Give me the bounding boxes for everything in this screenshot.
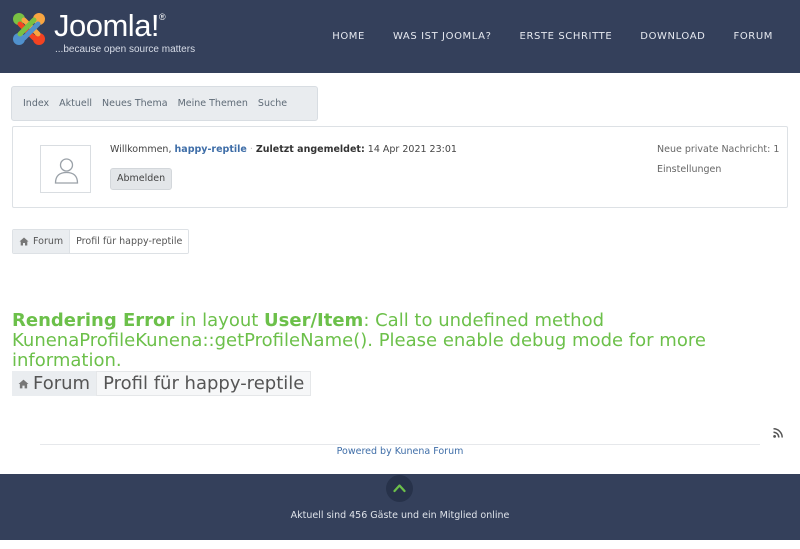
rss-icon <box>773 428 783 438</box>
breadcrumb-home-label: Forum <box>33 236 64 247</box>
nav-forum[interactable]: FORUM <box>733 31 773 42</box>
user-avatar-icon <box>54 158 79 184</box>
logout-button[interactable]: Abmelden <box>110 168 173 190</box>
nav-was-ist-joomla[interactable]: WAS IST JOOMLA? <box>393 31 492 42</box>
breadcrumb: Forum Profil für happy-reptile <box>12 229 190 254</box>
user-profile-box: Willkommen, happy-reptile · Zuletzt angeme… <box>12 126 788 208</box>
error-title: Rendering Error <box>12 310 175 331</box>
home-icon <box>19 237 29 246</box>
rendering-error-message: Rendering Error in layout User/Item: Cal… <box>12 311 792 371</box>
last-login-value: 14 Apr 2021 23:01 <box>367 144 457 155</box>
welcome-prefix: Willkommen, <box>110 144 172 155</box>
kunena-menu-aktuell[interactable]: Aktuell <box>59 98 92 109</box>
nav-erste-schritte[interactable]: ERSTE SCHRITTE <box>520 31 613 42</box>
separator: · <box>249 144 253 155</box>
logo-tagline: ...because open source matters <box>55 44 196 55</box>
kunena-menu-index[interactable]: Index <box>23 98 49 109</box>
avatar[interactable] <box>40 145 91 193</box>
back-to-top-button[interactable] <box>386 475 413 502</box>
site-header: Joomla!® ...because open source matters … <box>0 0 800 73</box>
error-layout: User/Item <box>264 310 364 331</box>
breadcrumb-large-current[interactable]: Profil für happy-reptile <box>96 371 312 396</box>
page-bottom-strip <box>0 540 800 549</box>
nav-home[interactable]: HOME <box>332 31 365 42</box>
kunena-menu-suche[interactable]: Suche <box>258 98 287 109</box>
main-nav: HOME WAS IST JOOMLA? ERSTE SCHRITTE DOWN… <box>304 31 773 42</box>
welcome-text: Willkommen, happy-reptile · Zuletzt angeme… <box>110 144 457 155</box>
breadcrumb-home[interactable]: Forum <box>13 230 70 253</box>
kunena-menu-neues-thema[interactable]: Neues Thema <box>102 98 168 109</box>
nav-download[interactable]: DOWNLOAD <box>640 31 705 42</box>
joomla-logo-icon <box>13 13 45 45</box>
settings-link[interactable]: Einstellungen <box>657 164 721 175</box>
breadcrumb-large: Forum Profil für happy-reptile <box>12 371 312 396</box>
chevron-up-icon <box>393 484 406 493</box>
breadcrumb-large-home[interactable]: Forum <box>12 371 97 396</box>
breadcrumb-current[interactable]: Profil für happy-reptile <box>69 230 189 253</box>
powered-by-link[interactable]: Powered by Kunena Forum <box>0 446 800 457</box>
last-login-label: Zuletzt angemeldet: <box>255 144 365 155</box>
online-users-text: Aktuell sind 456 Gäste und ein Mitglied … <box>290 510 510 521</box>
home-icon <box>18 379 29 388</box>
username-link[interactable]: happy-reptile <box>175 144 247 155</box>
logo-wordmark: Joomla!® <box>54 8 166 43</box>
footer-divider <box>40 444 760 445</box>
joomla-logo[interactable]: Joomla!® ...because open source matters <box>10 8 210 58</box>
rss-link[interactable] <box>773 423 783 442</box>
kunena-menu: Index Aktuell Neues Thema Meine Themen S… <box>11 86 318 121</box>
breadcrumb-large-home-label: Forum <box>33 373 91 394</box>
error-mid: in layout <box>180 310 259 331</box>
private-message-link[interactable]: Neue private Nachricht: 1 <box>657 144 779 155</box>
kunena-menu-meine-themen[interactable]: Meine Themen <box>178 98 248 109</box>
